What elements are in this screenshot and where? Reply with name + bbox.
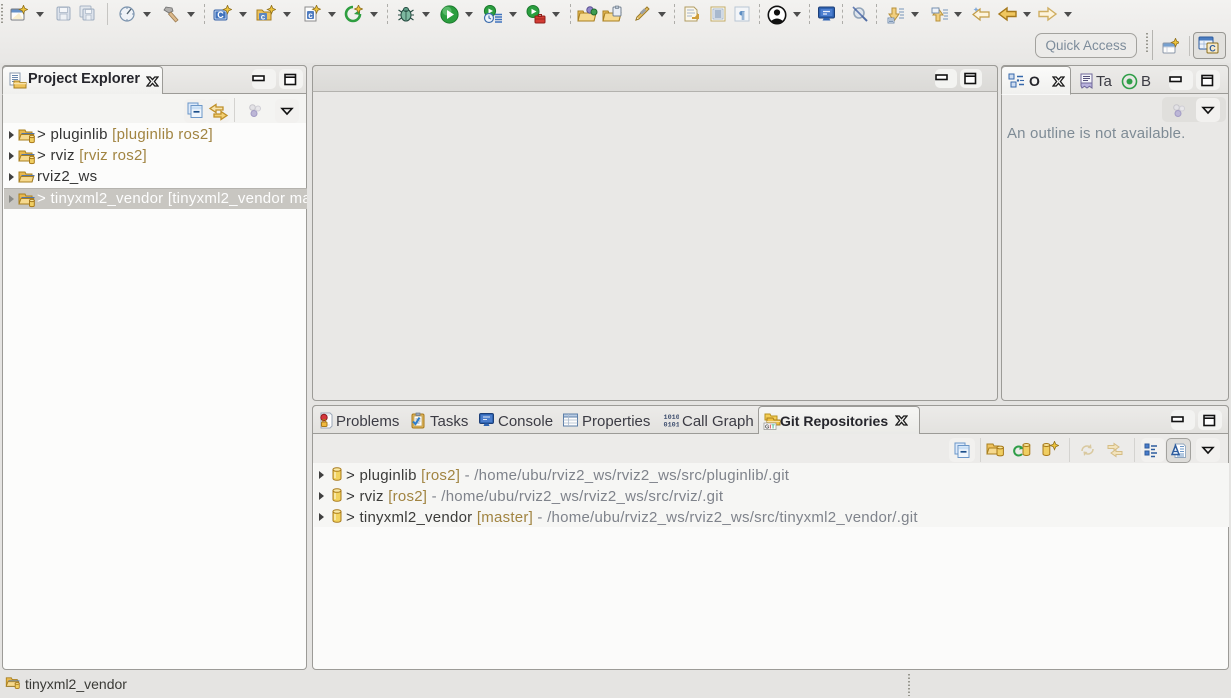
svg-text:c: c (261, 13, 266, 22)
svg-text:GIT: GIT (765, 425, 775, 430)
svg-text:c: c (308, 11, 313, 20)
svg-text:C: C (217, 10, 224, 20)
svg-text:¶: ¶ (739, 8, 745, 22)
svg-text:C: C (1209, 44, 1216, 54)
svg-text:0101: 0101 (664, 422, 680, 429)
